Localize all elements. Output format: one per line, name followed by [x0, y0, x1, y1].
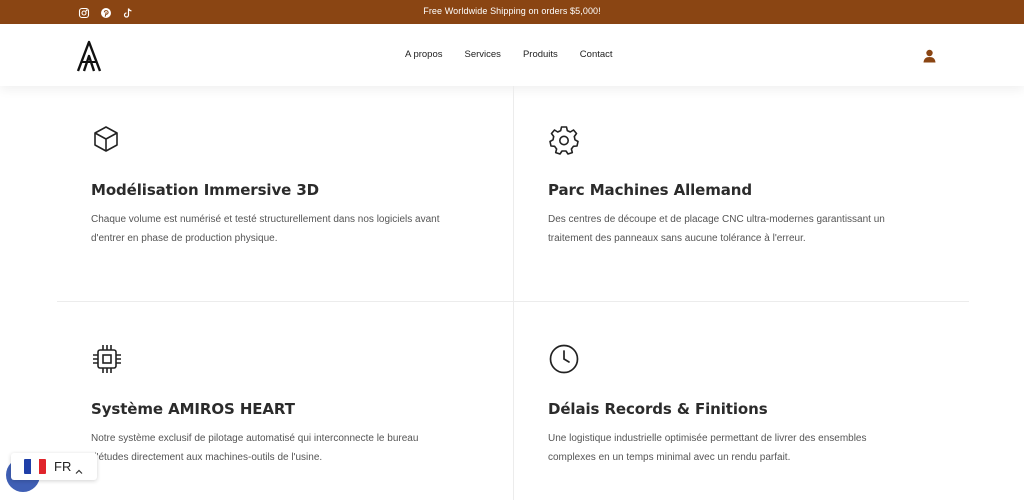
- user-icon[interactable]: [923, 49, 936, 63]
- grid-divider-vertical: [513, 86, 514, 500]
- promo-text: Free Worldwide Shipping on orders $5,000…: [423, 6, 601, 16]
- feature-description-line: d'études directement aux machines-outils…: [91, 452, 323, 463]
- feature-description: Chaque volume est numérisé et testé stru…: [91, 210, 481, 248]
- feature-description: Des centres de découpe et de placage CNC…: [548, 210, 938, 248]
- site-header: A propos Services Produits Contact: [0, 24, 1024, 86]
- feature-description-line: complexes en un temps minimal avec un re…: [548, 452, 791, 463]
- feature-title: Modélisation Immersive 3D: [91, 181, 320, 199]
- feature-description-line: Notre système exclusif de pilotage autom…: [91, 433, 419, 444]
- france-flag-icon: [24, 459, 46, 474]
- feature-description-line: Une logistique industrielle optimisée pe…: [548, 433, 867, 444]
- gear-icon: [548, 124, 579, 155]
- clock-icon: [548, 343, 579, 374]
- feature-card-german-machines: Parc Machines Allemand Des centres de dé…: [548, 124, 938, 248]
- chevron-up-icon: [75, 463, 83, 474]
- brand-logo[interactable]: [76, 40, 102, 72]
- feature-description-line: d'entrer en phase de production physique…: [91, 233, 278, 244]
- language-code: FR: [54, 459, 72, 474]
- grid-divider-horizontal: [57, 301, 969, 302]
- feature-description-line: traitement des panneaux sans aucune tolé…: [548, 233, 806, 244]
- feature-description: Notre système exclusif de pilotage autom…: [91, 429, 481, 467]
- language-switcher[interactable]: FR: [11, 453, 97, 480]
- main-nav: A propos Services Produits Contact: [405, 49, 613, 60]
- nav-contact[interactable]: Contact: [580, 49, 613, 60]
- feature-card-3d-modeling: Modélisation Immersive 3D Chaque volume …: [91, 124, 481, 248]
- feature-title: Parc Machines Allemand: [548, 181, 753, 199]
- feature-card-record-lead-times: Délais Records & Finitions Une logistiqu…: [548, 343, 938, 467]
- nav-products[interactable]: Produits: [523, 49, 558, 60]
- feature-description-line: Chaque volume est numérisé et testé stru…: [91, 214, 440, 225]
- feature-title: Système AMIROS HEART: [91, 400, 295, 418]
- cpu-chip-icon: [91, 343, 121, 373]
- cube-icon: [91, 124, 121, 154]
- nav-about[interactable]: A propos: [405, 49, 443, 60]
- announcement-bar: Free Worldwide Shipping on orders $5,000…: [0, 0, 1024, 24]
- feature-card-amiros-heart: Système AMIROS HEART Notre système exclu…: [91, 343, 481, 467]
- feature-description-line: Des centres de découpe et de placage CNC…: [548, 214, 885, 225]
- nav-services[interactable]: Services: [465, 49, 501, 60]
- feature-description: Une logistique industrielle optimisée pe…: [548, 429, 938, 467]
- feature-title: Délais Records & Finitions: [548, 400, 768, 418]
